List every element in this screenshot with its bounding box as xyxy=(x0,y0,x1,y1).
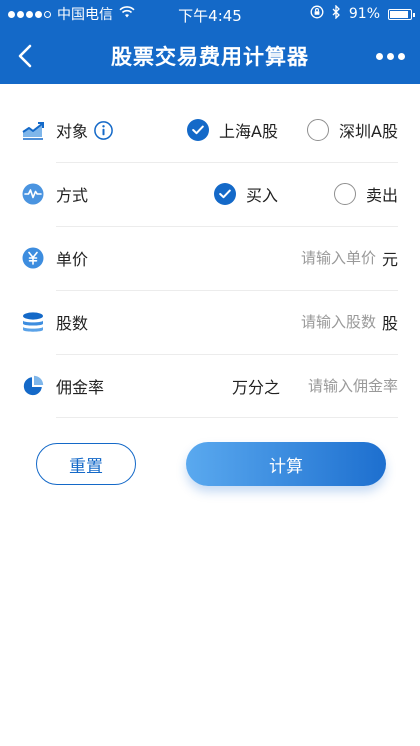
radio-shanghai-a[interactable]: 上海A股 xyxy=(187,118,279,142)
reset-button[interactable]: 重置 xyxy=(36,443,136,485)
radio-label: 上海A股 xyxy=(219,122,278,141)
row-commission: 佣金率 万分之 xyxy=(22,354,398,418)
radio-label: 深圳A股 xyxy=(339,122,398,141)
radio-buy[interactable]: 买入 xyxy=(213,182,306,206)
more-dot xyxy=(386,52,394,60)
status-bar: 中国电信 下午4:45 91% xyxy=(0,0,420,28)
shares-input[interactable] xyxy=(265,313,376,331)
row-price: 单价 元 xyxy=(22,226,398,290)
trend-chart-icon xyxy=(22,119,44,141)
price-unit: 元 xyxy=(381,250,398,269)
row-target: 对象 上海A股 深圳A股 xyxy=(22,98,398,162)
target-label: 对象 xyxy=(56,122,89,141)
battery-percent: 91% xyxy=(348,6,380,22)
carrier-name: 中国电信 xyxy=(57,7,113,23)
target-radio-group: 上海A股 深圳A股 xyxy=(187,118,398,142)
back-button[interactable] xyxy=(0,28,50,84)
bluetooth-icon xyxy=(332,4,341,23)
fee-form: 对象 上海A股 深圳A股 方式 买入 卖出 单价 请输入单价 元 股数 请输入股… xyxy=(0,98,420,418)
row-shares: 股数 股 xyxy=(22,290,398,354)
coin-stack-icon xyxy=(22,311,44,333)
target-label-group: 对象 xyxy=(56,118,113,142)
price-input[interactable] xyxy=(265,249,376,267)
status-right: 91% xyxy=(310,4,415,23)
app-header: 中国电信 下午4:45 91% 股票交易费用计算器 xyxy=(0,0,420,84)
orientation-lock-icon xyxy=(310,5,324,23)
signal-dots-icon xyxy=(8,10,51,18)
more-button[interactable] xyxy=(360,28,420,84)
more-dot xyxy=(397,52,405,60)
unchecked-radio-icon xyxy=(333,183,356,205)
info-icon[interactable] xyxy=(94,120,113,140)
shares-label: 股数 xyxy=(56,314,89,333)
radio-label: 买入 xyxy=(245,186,278,205)
radio-shenzhen-a[interactable]: 深圳A股 xyxy=(307,118,398,142)
status-left: 中国电信 xyxy=(8,4,135,24)
row-mode: 方式 买入 卖出 xyxy=(22,162,398,226)
mode-radio-group: 买入 卖出 xyxy=(213,182,398,206)
checked-radio-icon xyxy=(187,119,210,141)
yen-icon xyxy=(22,247,44,269)
action-buttons: 重置 计算 xyxy=(0,442,420,486)
chevron-left-icon xyxy=(18,44,32,68)
wave-icon xyxy=(22,183,44,205)
mode-label: 方式 xyxy=(56,186,89,205)
wifi-icon xyxy=(119,6,135,22)
radio-sell[interactable]: 卖出 xyxy=(333,182,398,206)
shares-unit: 股 xyxy=(381,314,398,333)
radio-label: 卖出 xyxy=(365,186,398,205)
commission-input-wrap: 万分之 xyxy=(232,374,398,398)
checked-radio-icon xyxy=(213,183,236,205)
commission-input[interactable] xyxy=(288,377,398,395)
shares-input-wrap: 股 xyxy=(265,310,398,334)
unchecked-radio-icon xyxy=(307,119,330,141)
navigation-bar: 股票交易费用计算器 xyxy=(0,28,420,84)
page-title: 股票交易费用计算器 xyxy=(111,45,309,69)
calculate-button[interactable]: 计算 xyxy=(186,442,386,486)
commission-prefix: 万分之 xyxy=(231,378,280,397)
price-input-wrap: 元 xyxy=(265,246,398,270)
pie-chart-icon xyxy=(22,375,44,397)
price-label: 单价 xyxy=(56,250,89,269)
commission-label: 佣金率 xyxy=(56,378,105,397)
more-dot xyxy=(375,52,383,60)
battery-icon xyxy=(388,8,415,20)
battery-fill xyxy=(390,10,409,18)
